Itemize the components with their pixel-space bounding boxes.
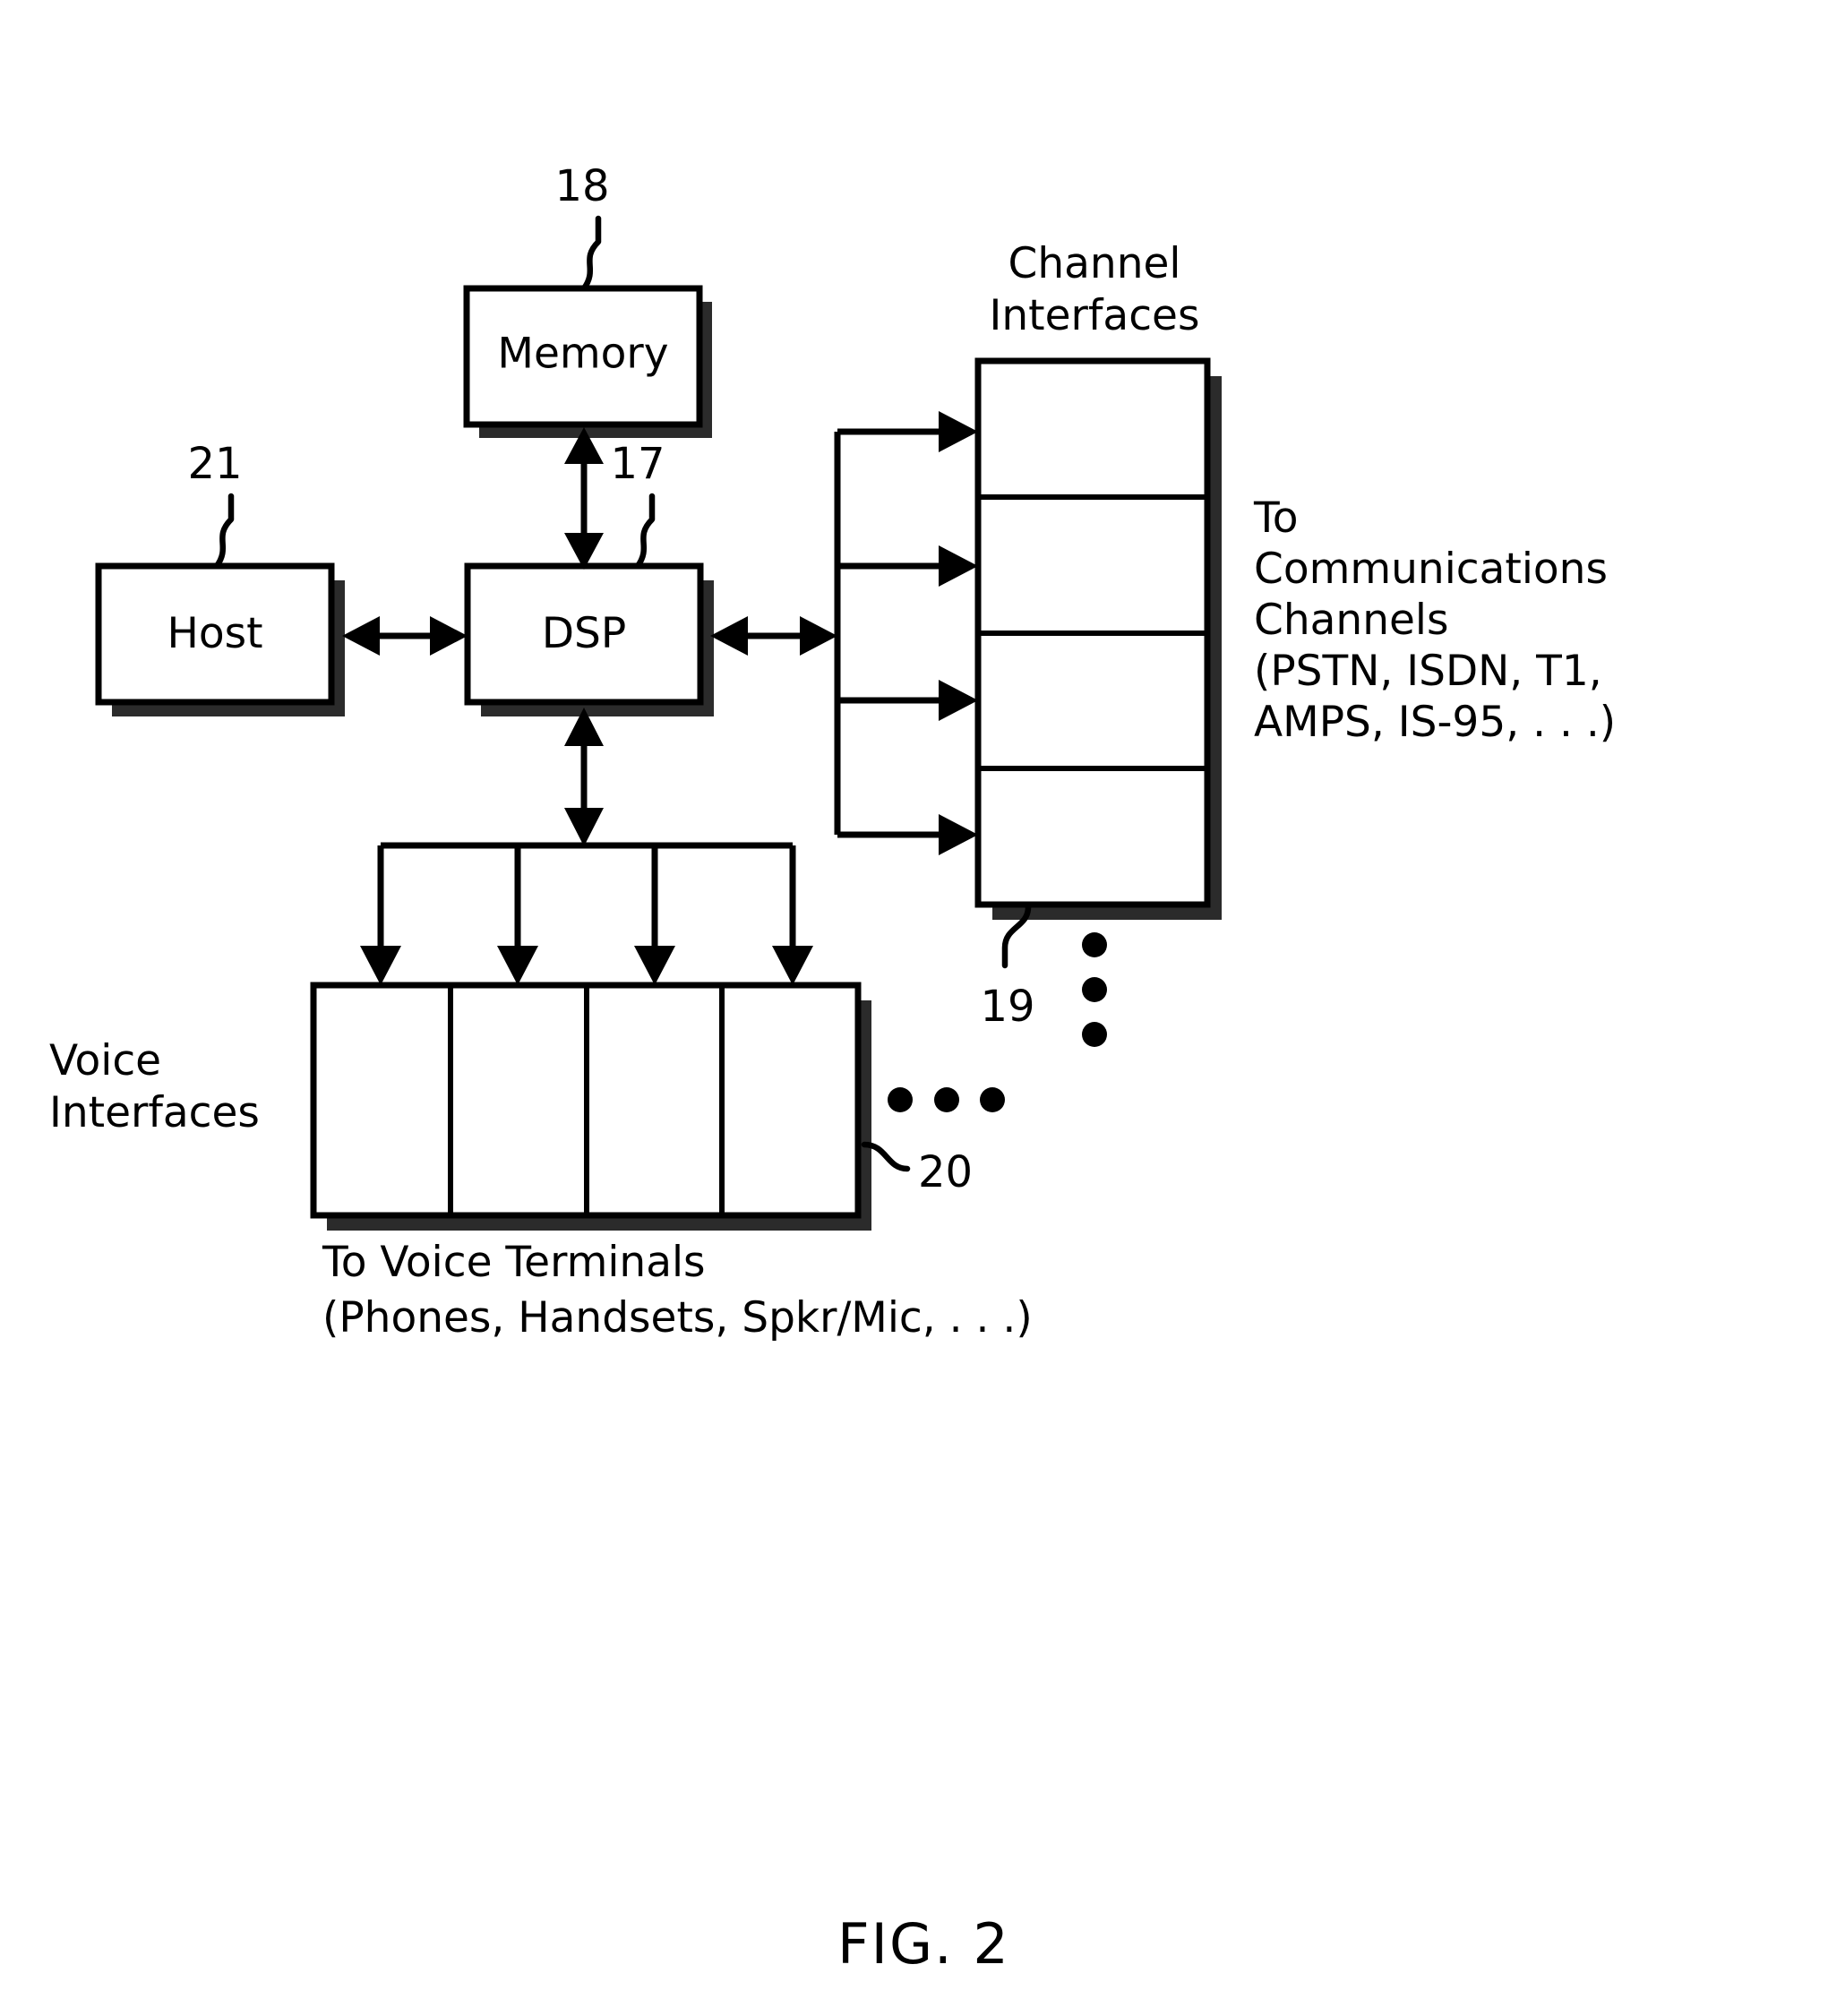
- arrowhead-to-channel-cell-1: [939, 411, 978, 452]
- voice-interfaces-title-line2: Interfaces: [49, 1088, 260, 1137]
- dsp-box-label: DSP: [542, 609, 626, 658]
- host-dsp-connector: [342, 616, 468, 656]
- voice-annot-line-2: (Phones, Handsets, Spkr/Mic, . . .): [322, 1293, 1033, 1343]
- arrowhead-left-to-host: [342, 616, 380, 656]
- channel-interfaces-block: [974, 357, 1222, 920]
- memory-leader-line: [580, 215, 602, 292]
- arrowhead-to-voice-cell-3: [634, 946, 675, 985]
- arrowhead-to-voice-cell-1: [360, 946, 401, 985]
- voice-bus-tree: [360, 842, 813, 985]
- comm-annot-line-5: AMPS, IS-95, . . .): [1254, 698, 1616, 747]
- dsp-ref-number: 17: [610, 439, 665, 489]
- memory-block: Memory: [463, 285, 712, 438]
- comm-annot-line-4: (PSTN, ISDN, T1,: [1254, 647, 1602, 696]
- arrowhead-to-channel-cell-3: [939, 680, 978, 721]
- host-ref-number: 21: [187, 439, 242, 489]
- ellipsis-dot: [888, 1087, 913, 1112]
- dsp-leader-line: [634, 493, 656, 570]
- arrowhead-to-channel-cell-2: [939, 545, 978, 587]
- memory-box-label: Memory: [497, 330, 668, 379]
- dsp-channel-bus-connector: [710, 616, 837, 656]
- host-block: Host: [95, 562, 345, 716]
- figure-page: Memory 18 Host 21 DSP 17 Channel Interfa…: [0, 0, 1828, 2016]
- channel-interfaces-ref-number: 19: [980, 982, 1034, 1032]
- channel-bus-tree: [834, 411, 978, 855]
- figure-2-diagram: Memory 18 Host 21 DSP 17 Channel Interfa…: [49, 161, 1616, 1977]
- ellipsis-dot: [1082, 977, 1107, 1002]
- comm-annot-line-1: To: [1253, 493, 1298, 543]
- comm-annot-line-3: Channels: [1254, 596, 1448, 645]
- host-leader-line: [213, 493, 235, 570]
- dsp-voice-bus-connector: [564, 708, 604, 846]
- memory-ref-number: 18: [554, 161, 609, 211]
- ellipsis-dot: [934, 1087, 959, 1112]
- memory-dsp-connector: [564, 427, 604, 570]
- ellipsis-dot: [980, 1087, 1005, 1112]
- dsp-block: DSP: [464, 562, 714, 716]
- communications-channels-annotation: To Communications Channels (PSTN, ISDN, …: [1253, 493, 1616, 747]
- voice-interfaces-block: [310, 982, 871, 1231]
- arrowhead-to-channel-cell-4: [939, 814, 978, 855]
- voice-terminals-annotation: To Voice Terminals (Phones, Handsets, Sp…: [322, 1238, 1033, 1343]
- voice-annot-line-1: To Voice Terminals: [322, 1238, 706, 1287]
- arrowhead-right-to-dsp: [430, 616, 468, 656]
- channel-interfaces-title-line2: Interfaces: [990, 291, 1200, 340]
- arrowhead-to-voice-cell-2: [497, 946, 538, 985]
- ellipsis-dot: [1082, 1022, 1107, 1047]
- host-box-label: Host: [167, 609, 262, 658]
- arrowhead-to-voice-cell-4: [772, 946, 813, 985]
- channel-interfaces-ellipsis: [1082, 932, 1107, 1047]
- ellipsis-dot: [1082, 932, 1107, 957]
- figure-caption: FIG. 2: [837, 1911, 1010, 1977]
- arrowhead-left-to-dsp: [710, 616, 748, 656]
- arrowhead-down-to-voice-bus: [564, 808, 604, 846]
- channel-interfaces-title-line1: Channel: [1008, 239, 1181, 288]
- voice-interfaces-title-line1: Voice: [49, 1036, 161, 1085]
- voice-interfaces-ellipsis: [888, 1087, 1005, 1112]
- arrowhead-right-to-channel-bus: [800, 616, 837, 656]
- comm-annot-line-2: Communications: [1254, 545, 1608, 594]
- voice-interfaces-ref-number: 20: [918, 1147, 973, 1197]
